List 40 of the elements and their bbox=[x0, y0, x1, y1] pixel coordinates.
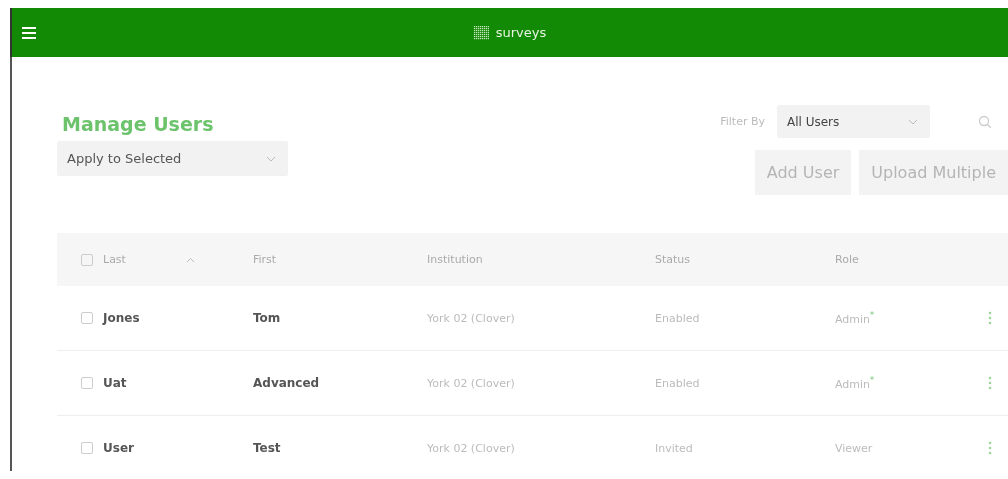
filter-dropdown[interactable]: All Users bbox=[777, 105, 930, 138]
table-cell: Jones bbox=[103, 311, 140, 325]
table-cell: Enabled bbox=[655, 376, 700, 390]
action-button[interactable]: Upload Multiple bbox=[859, 150, 1008, 195]
table-cell: Admin$^{*}$ bbox=[835, 310, 875, 326]
filter-label: Filter By bbox=[720, 115, 765, 128]
table-cell: Uat bbox=[103, 376, 127, 390]
table-cell: York 02 (Clover) bbox=[427, 311, 515, 325]
column-header[interactable]: Institution bbox=[427, 253, 483, 266]
sort-icon bbox=[185, 256, 195, 263]
table-cell: Enabled bbox=[655, 311, 700, 325]
column-header[interactable]: Role bbox=[835, 253, 859, 266]
table-cell: York 02 (Clover) bbox=[427, 441, 515, 455]
more-icon[interactable] bbox=[988, 376, 992, 390]
app-title: surveys bbox=[495, 25, 547, 40]
chevron-icon bbox=[908, 118, 918, 125]
table-cell: Admin$^{*}$ bbox=[835, 375, 875, 391]
more-icon[interactable] bbox=[988, 311, 992, 325]
column-header[interactable]: First bbox=[253, 253, 277, 266]
table-cell: Test bbox=[253, 441, 281, 455]
table-cell: Invited bbox=[655, 441, 693, 455]
row-checkbox[interactable] bbox=[81, 377, 93, 389]
chevron-icon bbox=[266, 155, 276, 162]
table-cell: York 02 (Clover) bbox=[427, 376, 515, 390]
table-cell: Viewer bbox=[835, 441, 873, 455]
table-cell: Advanced bbox=[253, 376, 320, 390]
table-cell: User bbox=[103, 441, 134, 455]
menu-icon[interactable] bbox=[22, 26, 36, 39]
row-checkbox[interactable] bbox=[81, 312, 93, 324]
bulk-action-dropdown[interactable]: Apply to Selected bbox=[57, 141, 288, 176]
column-header[interactable]: Status bbox=[655, 253, 691, 266]
row-checkbox[interactable] bbox=[81, 442, 93, 454]
select-all-checkbox[interactable] bbox=[81, 253, 93, 266]
page-title: Manage Users bbox=[62, 113, 215, 135]
column-header[interactable]: Last bbox=[103, 253, 195, 266]
table-cell: Tom bbox=[253, 311, 281, 325]
more-icon[interactable] bbox=[988, 441, 992, 455]
action-button[interactable]: Add User bbox=[754, 150, 852, 195]
search-icon[interactable] bbox=[978, 114, 992, 129]
logo-icon bbox=[473, 25, 490, 40]
